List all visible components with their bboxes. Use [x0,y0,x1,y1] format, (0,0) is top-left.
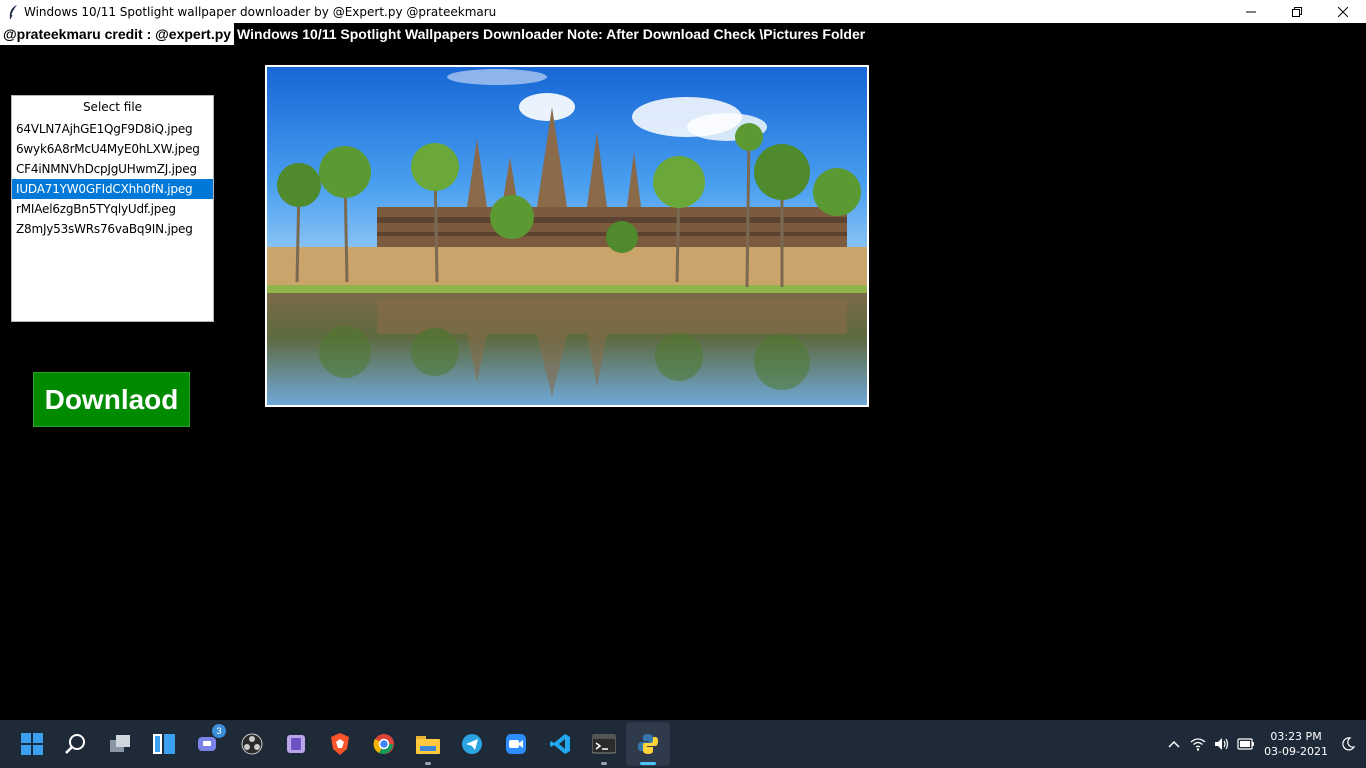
close-icon [1338,6,1348,17]
download-button[interactable]: Downlaod [33,372,190,427]
window-title-bar: Windows 10/11 Spotlight wallpaper downlo… [0,0,1366,23]
header-strip: @prateekmaru credit : @expert.py Windows… [0,23,865,45]
active-indicator [640,762,656,765]
clock-date: 03-09-2021 [1264,745,1328,758]
close-button[interactable] [1320,0,1366,23]
battery-icon[interactable] [1234,732,1258,756]
system-tray: 03:23 PM 03-09-2021 [1162,720,1366,768]
list-item[interactable]: 64VLN7AjhGE1QgF9D8iQ.jpeg [12,119,213,139]
chevron-up-icon[interactable] [1162,732,1186,756]
running-indicator [601,762,607,765]
credit-label: @prateekmaru credit : @expert.py [0,23,235,45]
list-item[interactable]: CF4iNMNVhDcpJgUHwmZJ.jpeg [12,159,213,179]
search-icon[interactable] [54,722,98,766]
chat-badge: 3 [212,724,226,738]
focus-moon-icon[interactable] [1336,732,1360,756]
taskbar-clock[interactable]: 03:23 PM 03-09-2021 [1264,729,1328,759]
brave-icon[interactable] [318,722,362,766]
list-item-selected[interactable]: IUDA71YW0GFIdCXhh0fN.jpeg [12,179,213,199]
volume-icon[interactable] [1210,732,1234,756]
vscode-icon[interactable] [538,722,582,766]
windows-start-icon[interactable] [10,722,54,766]
wallpaper-preview [265,65,869,407]
notes-icon[interactable] [274,722,318,766]
task-view-icon[interactable] [98,722,142,766]
list-item[interactable]: rMIAel6zgBn5TYqlyUdf.jpeg [12,199,213,219]
minimize-button[interactable] [1228,0,1274,23]
temple-landscape-image [267,67,867,405]
terminal-icon[interactable] [582,722,626,766]
obs-icon[interactable] [230,722,274,766]
window-title: Windows 10/11 Spotlight wallpaper downlo… [24,4,497,19]
chrome-icon[interactable] [362,722,406,766]
teams-chat-icon[interactable]: 3 [186,722,230,766]
running-indicator [425,762,431,765]
taskbar: 3 03:23 PM 03-09-2021 [0,720,1366,768]
file-listbox[interactable]: Select file 64VLN7AjhGE1QgF9D8iQ.jpeg 6w… [11,95,214,322]
note-label: Windows 10/11 Spotlight Wallpapers Downl… [237,26,866,42]
wifi-icon[interactable] [1186,732,1210,756]
telegram-icon[interactable] [450,722,494,766]
widgets-icon[interactable] [142,722,186,766]
zoom-icon[interactable] [494,722,538,766]
minimize-icon [1246,11,1256,12]
restore-icon [1292,6,1302,17]
file-explorer-icon[interactable] [406,722,450,766]
listbox-title: Select file [82,100,143,114]
feather-icon [4,3,22,21]
list-item[interactable]: Z8mJy53sWRs76vaBq9IN.jpeg [12,219,213,239]
python-icon[interactable] [626,722,670,766]
list-item[interactable]: 6wyk6A8rMcU4MyE0hLXW.jpeg [12,139,213,159]
clock-time: 03:23 PM [1270,730,1322,743]
restore-button[interactable] [1274,0,1320,23]
